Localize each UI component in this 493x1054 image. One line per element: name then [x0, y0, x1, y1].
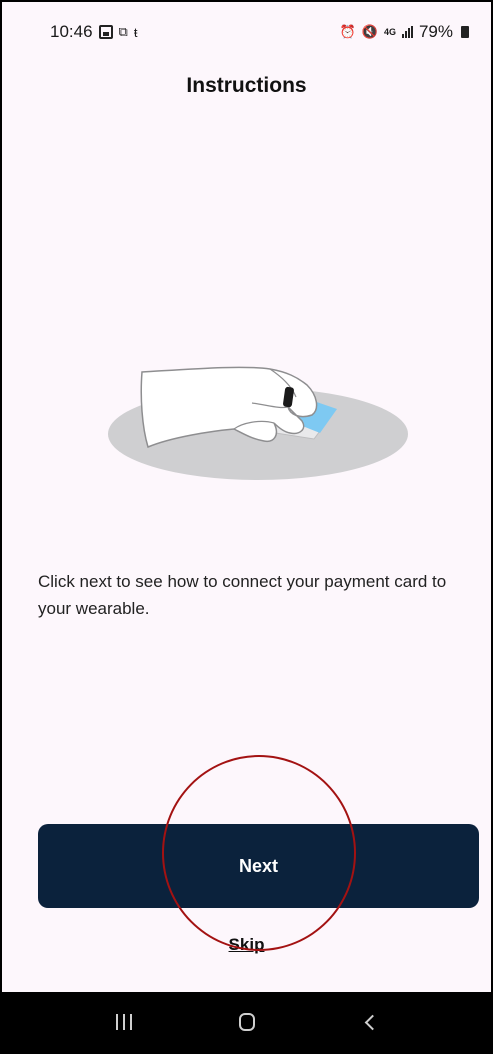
home-button[interactable]	[222, 1002, 272, 1042]
system-nav-bar	[2, 992, 491, 1052]
status-left: 10:46 ⧉ ŧ	[50, 22, 137, 42]
battery-icon	[461, 26, 469, 38]
instruction-text: Click next to see how to connect your pa…	[38, 572, 447, 618]
status-time: 10:46	[50, 22, 93, 41]
battery-percent: 79%	[418, 22, 453, 41]
recent-apps-button[interactable]	[99, 1002, 149, 1042]
home-icon	[238, 1013, 255, 1031]
teams-notification-icon: ŧ	[133, 24, 138, 40]
next-button[interactable]: Next	[38, 824, 479, 908]
page-title: Instructions	[186, 74, 307, 97]
next-button-label: Next	[238, 855, 278, 876]
recent-apps-icon	[115, 1014, 132, 1030]
back-button[interactable]	[345, 1002, 395, 1042]
status-bar: 10:46 ⧉ ŧ ⏰ 🔇 4G 79%	[2, 2, 491, 62]
mute-icon: 🔇	[361, 24, 378, 39]
tap-card-illustration	[108, 366, 408, 480]
status-right: ⏰ 🔇 4G 79%	[340, 22, 469, 42]
app-notification-icon: ⧉	[118, 24, 128, 39]
signal-icon	[401, 26, 413, 38]
back-icon	[364, 1014, 381, 1030]
network-type-label: 4G	[383, 27, 396, 37]
gallery-notification-icon	[98, 25, 113, 39]
alarm-icon: ⏰	[339, 24, 356, 39]
skip-link[interactable]: Skip	[2, 935, 491, 955]
app-screen: 10:46 ⧉ ŧ ⏰ 🔇 4G 79% Instructions Click …	[0, 0, 493, 1054]
